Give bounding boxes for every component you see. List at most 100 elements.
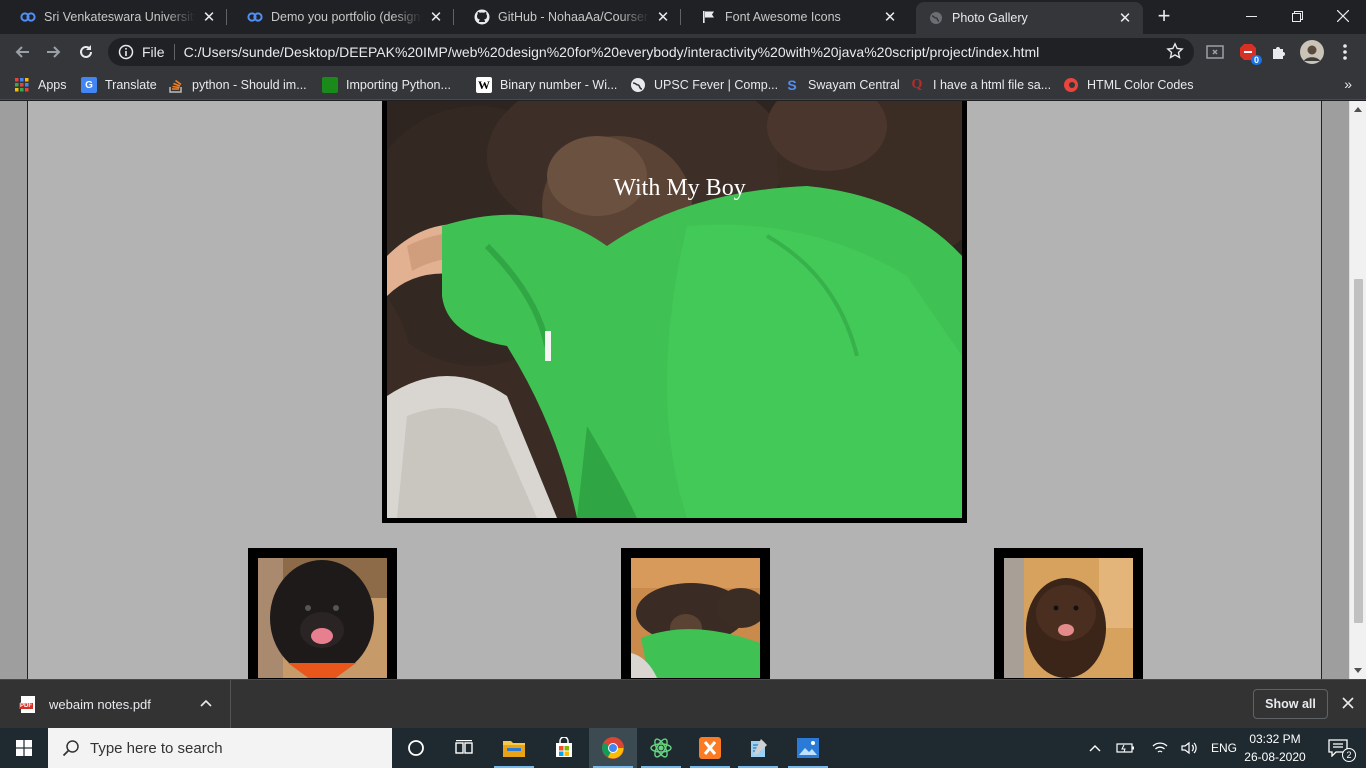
tab-title: Font Awesome Icons — [725, 10, 841, 24]
bookmark-apps[interactable]: Apps — [14, 74, 67, 96]
page-scrollbar[interactable] — [1349, 101, 1366, 679]
tab-font-awesome[interactable]: Font Awesome Icons ✕ — [681, 0, 908, 34]
photo-dog-bandana — [258, 558, 387, 678]
new-tab-button[interactable]: + — [1152, 5, 1176, 29]
action-center-icon[interactable]: 2 — [1318, 728, 1358, 768]
google-translate-icon: G — [81, 77, 97, 93]
xampp-icon[interactable] — [686, 728, 734, 768]
bookmark-swayam-central[interactable]: S Swayam Central — [784, 74, 900, 96]
bookmark-html-color-codes[interactable]: HTML Color Codes — [1063, 74, 1194, 96]
profile-avatar[interactable] — [1300, 40, 1324, 64]
windows-start-button[interactable] — [0, 728, 48, 768]
restore-button[interactable] — [1274, 0, 1320, 32]
coursera-icon — [247, 9, 263, 25]
menu-kebab-icon[interactable] — [1334, 41, 1356, 63]
swayam-icon: S — [787, 77, 797, 93]
wifi-icon[interactable] — [1148, 728, 1172, 768]
browser-toolbar: File C:/Users/sunde/Desktop/DEEPAK%20IMP… — [0, 34, 1366, 70]
bookmark-python-should[interactable]: python - Should im... — [168, 74, 307, 96]
close-tab-icon[interactable]: ✕ — [880, 7, 900, 27]
close-window-button[interactable] — [1320, 0, 1366, 32]
bookmark-label: Binary number - Wi... — [500, 78, 618, 92]
minimize-button[interactable] — [1228, 0, 1274, 32]
bookmark-label: Importing Python... — [346, 78, 451, 92]
tab-title: Demo you portfolio (designed — [271, 10, 422, 24]
bookmark-label: UPSC Fever | Comp... — [654, 78, 779, 92]
taskbar-search-box[interactable]: Type here to search — [48, 728, 392, 768]
globe-icon — [928, 10, 944, 26]
bookmark-label: Swayam Central — [808, 78, 900, 92]
puzzle-extensions-icon[interactable] — [1268, 41, 1290, 63]
file-explorer-icon[interactable] — [490, 728, 538, 768]
wikipedia-icon: W — [476, 77, 492, 93]
pdf-file-icon: PDF — [19, 696, 35, 713]
notepad-icon[interactable] — [734, 728, 782, 768]
bookmark-star-icon[interactable] — [1166, 42, 1186, 62]
show-all-downloads-button[interactable]: Show all — [1253, 689, 1328, 719]
url-scheme-label: File — [142, 44, 165, 60]
scroll-down-arrow-icon[interactable] — [1354, 668, 1362, 673]
tab-photo-gallery[interactable]: Photo Gallery ✕ — [916, 2, 1143, 34]
cortana-icon[interactable] — [392, 728, 440, 768]
taskbar-clock[interactable]: 03:32 PM 26-08-2020 — [1244, 730, 1306, 766]
bookmark-importing-python[interactable]: Importing Python... — [322, 74, 451, 96]
bookmark-binary-number[interactable]: W Binary number - Wi... — [476, 74, 617, 96]
scroll-up-arrow-icon[interactable] — [1354, 107, 1362, 112]
forward-button[interactable] — [40, 38, 68, 66]
scrollbar-thumb[interactable] — [1354, 279, 1363, 623]
thumbnail-1[interactable] — [248, 548, 397, 679]
thumbnail-3[interactable] — [994, 548, 1143, 679]
bookmarks-bar: Apps G Translate python - Should im... I… — [0, 70, 1366, 100]
bookmark-html-file[interactable]: Q I have a html file sa... — [909, 74, 1052, 96]
bookmark-translate[interactable]: G Translate — [81, 74, 157, 96]
search-icon — [62, 739, 80, 757]
close-tab-icon[interactable]: ✕ — [1115, 8, 1135, 28]
tab-sri-venkateswara[interactable]: Sri Venkateswara University on ✕ — [0, 0, 227, 34]
photos-app-icon[interactable] — [784, 728, 832, 768]
show-hidden-icons-chevron-icon[interactable] — [1084, 728, 1106, 768]
back-button[interactable] — [8, 38, 36, 66]
atom-editor-icon[interactable] — [637, 728, 685, 768]
input-language-indicator[interactable]: ENG — [1208, 728, 1240, 768]
bookmark-upsc-fever[interactable]: UPSC Fever | Comp... — [630, 74, 778, 96]
close-tab-icon[interactable]: ✕ — [199, 7, 219, 27]
adblock-extension-icon[interactable]: 0 — [1237, 41, 1262, 65]
search-placeholder: Type here to search — [90, 739, 223, 757]
download-file-name: webaim notes.pdf — [49, 697, 151, 712]
page-viewport: With My Boy — [0, 101, 1366, 679]
task-view-icon[interactable] — [440, 728, 488, 768]
chrome-icon[interactable] — [589, 728, 637, 768]
extension-badge: 0 — [1250, 55, 1262, 65]
info-icon[interactable] — [118, 44, 134, 60]
tab-title: Sri Venkateswara University on — [44, 10, 195, 24]
reload-button[interactable] — [72, 38, 100, 66]
photo-dog-with-boy-thumb — [631, 558, 760, 678]
chevron-up-icon[interactable] — [200, 696, 212, 710]
github-icon — [474, 9, 490, 25]
battery-icon[interactable] — [1114, 728, 1138, 768]
thumbnail-2[interactable] — [621, 548, 770, 679]
bookmarks-overflow-button[interactable]: » — [1344, 76, 1352, 92]
address-bar[interactable]: File C:/Users/sunde/Desktop/DEEPAK%20IMP… — [108, 38, 1194, 66]
close-tab-icon[interactable]: ✕ — [426, 7, 446, 27]
photo-dog-sitting — [1004, 558, 1133, 678]
download-item[interactable]: PDF webaim notes.pdf — [0, 680, 231, 729]
microsoft-store-icon[interactable] — [540, 728, 588, 768]
bookmark-label: Apps — [38, 78, 67, 92]
tab-github[interactable]: GitHub - NohaaAa/Coursera-W ✕ — [454, 0, 681, 34]
clock-time: 03:32 PM — [1249, 732, 1301, 746]
notification-count-badge: 2 — [1342, 748, 1356, 762]
volume-icon[interactable] — [1178, 728, 1202, 768]
apps-grid-icon — [14, 77, 30, 93]
url-text[interactable]: C:/Users/sunde/Desktop/DEEPAK%20IMP/web%… — [184, 44, 1166, 60]
close-tab-icon[interactable]: ✕ — [653, 7, 673, 27]
photo-dog-with-boy: With My Boy — [387, 101, 962, 518]
color-codes-icon — [1063, 77, 1079, 93]
close-download-bar-icon[interactable] — [1339, 694, 1357, 712]
tab-demo-portfolio[interactable]: Demo you portfolio (designed ✕ — [227, 0, 454, 34]
quora-icon: Q — [911, 77, 923, 92]
clock-date: 26-08-2020 — [1244, 750, 1306, 764]
tab-extension-icon[interactable] — [1204, 41, 1226, 63]
tab-title: GitHub - NohaaAa/Coursera-W — [498, 10, 649, 24]
green-square-icon — [322, 77, 338, 93]
